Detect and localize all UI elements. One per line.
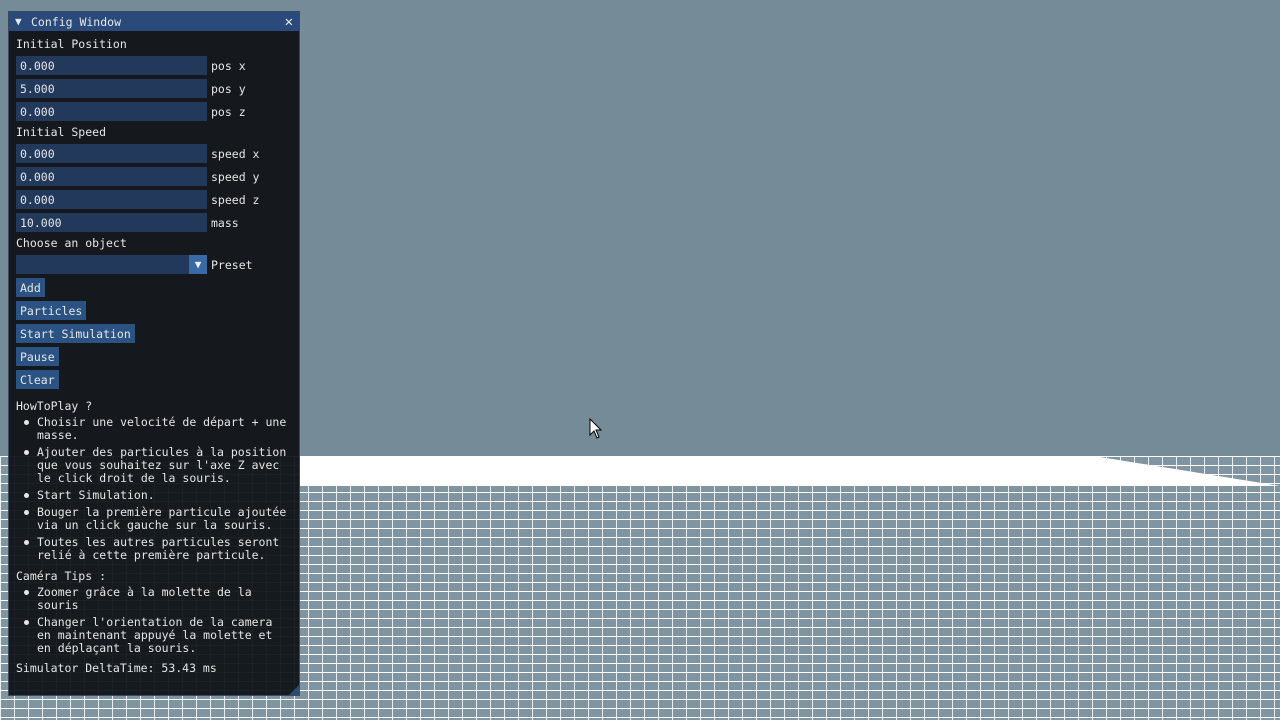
bullet-icon: [24, 620, 29, 625]
preset-label: Preset: [211, 257, 253, 272]
how-to-play-list: Choisir une velocité de départ + une mas…: [16, 416, 292, 562]
start-simulation-button[interactable]: Start Simulation: [16, 324, 135, 343]
config-window[interactable]: ▼ Config Window ✕ Initial Position pos x…: [8, 11, 300, 696]
pos-y-row: pos y: [16, 77, 292, 100]
pos-z-label: pos z: [211, 104, 246, 119]
bullet-icon: [24, 493, 29, 498]
bullet-icon: [24, 450, 29, 455]
preset-row: ▼ Preset: [16, 253, 292, 276]
speed-y-row: speed y: [16, 165, 292, 188]
pos-x-row: pos x: [16, 54, 292, 77]
list-item-text: Toutes les autres particules seront reli…: [37, 535, 280, 562]
list-item: Changer l'orientation de la camera en ma…: [16, 616, 292, 655]
speed-y-input[interactable]: [16, 167, 207, 186]
list-item: Bouger la première particule ajoutée via…: [16, 506, 292, 532]
speed-x-input[interactable]: [16, 144, 207, 163]
speed-z-label: speed z: [211, 192, 260, 207]
mass-row: mass: [16, 211, 292, 234]
speed-x-label: speed x: [211, 146, 260, 161]
list-item: Ajouter des particules à la position que…: [16, 446, 292, 485]
pos-y-label: pos y: [211, 81, 246, 96]
list-item: Zoomer grâce à la molette de la souris: [16, 586, 292, 612]
list-item-text: Zoomer grâce à la molette de la souris: [37, 585, 252, 612]
list-item-text: Bouger la première particule ajoutée via…: [37, 505, 287, 532]
mass-input[interactable]: [16, 213, 207, 232]
add-button[interactable]: Add: [16, 278, 45, 297]
mass-label: mass: [211, 215, 239, 230]
list-item-text: Changer l'orientation de la camera en ma…: [37, 615, 273, 655]
delta-time-readout: Simulator DeltaTime: 53.43 ms: [16, 661, 217, 675]
bullet-icon: [24, 540, 29, 545]
resize-grip[interactable]: [289, 685, 299, 695]
speed-y-label: speed y: [211, 169, 260, 184]
bullet-icon: [24, 590, 29, 595]
camera-tips-list: Zoomer grâce à la molette de la souris C…: [16, 586, 292, 655]
particles-button[interactable]: Particles: [16, 301, 87, 320]
dropdown-arrow-icon[interactable]: ▼: [189, 255, 207, 274]
list-item-text: Choisir une velocité de départ + une mas…: [37, 415, 287, 442]
clear-button[interactable]: Clear: [16, 370, 59, 389]
collapse-arrow-icon[interactable]: ▼: [15, 15, 27, 28]
preset-combo[interactable]: ▼: [16, 255, 207, 274]
pos-x-label: pos x: [211, 58, 246, 73]
list-item-text: Start Simulation.: [37, 488, 155, 502]
pos-z-row: pos z: [16, 100, 292, 123]
pos-z-input[interactable]: [16, 102, 207, 121]
how-to-play-title: HowToPlay ?: [16, 399, 93, 413]
initial-position-label: Initial Position: [16, 37, 127, 51]
speed-z-input[interactable]: [16, 190, 207, 209]
list-item: Start Simulation.: [16, 489, 292, 502]
list-item-text: Ajouter des particules à la position que…: [37, 445, 287, 485]
camera-tips-title: Caméra Tips :: [16, 569, 107, 583]
window-titlebar[interactable]: ▼ Config Window ✕: [9, 12, 299, 31]
mouse-pointer-icon: [589, 418, 603, 439]
list-item: Toutes les autres particules seront reli…: [16, 536, 292, 562]
close-icon[interactable]: ✕: [285, 14, 293, 30]
list-item: Choisir une velocité de départ + une mas…: [16, 416, 292, 442]
window-title: Config Window: [31, 14, 122, 29]
initial-speed-label: Initial Speed: [16, 125, 107, 139]
speed-x-row: speed x: [16, 142, 292, 165]
pos-y-input[interactable]: [16, 79, 207, 98]
choose-object-label: Choose an object: [16, 236, 127, 250]
bullet-icon: [24, 510, 29, 515]
bullet-icon: [24, 420, 29, 425]
pause-button[interactable]: Pause: [16, 347, 59, 366]
speed-z-row: speed z: [16, 188, 292, 211]
pos-x-input[interactable]: [16, 56, 207, 75]
